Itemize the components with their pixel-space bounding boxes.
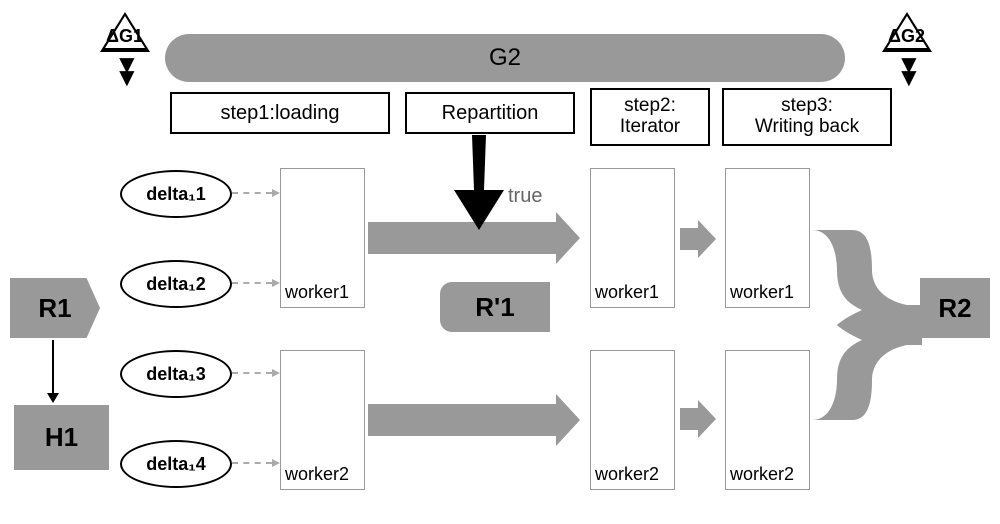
r1-to-h1-arrow	[52, 340, 54, 395]
arrow-d2	[232, 282, 272, 284]
true-label: true	[508, 185, 542, 208]
load-worker2: worker2	[280, 350, 365, 490]
repartition-down-arrow	[454, 135, 504, 235]
label-dg2: ΔG2	[888, 26, 925, 47]
arrow-d1	[232, 192, 272, 194]
label-dg1: ΔG1	[106, 26, 143, 47]
arrow-dg1: ▼▼	[114, 58, 140, 84]
delta4: delta₁4	[120, 440, 232, 488]
repartition-box: Repartition	[405, 92, 575, 134]
iter-worker1: worker1	[590, 168, 675, 308]
arrow-d4	[232, 462, 272, 464]
delta2: delta₁2	[120, 260, 232, 308]
h1-box: H1	[14, 405, 109, 470]
g2-label: G2	[489, 44, 521, 72]
small-arrow-bot	[680, 408, 700, 430]
small-arrow-top	[680, 228, 700, 250]
step1-label: step1:loading	[221, 102, 340, 125]
load-worker1: worker1	[280, 168, 365, 308]
converge-to-r2	[812, 230, 922, 420]
step2-box: step2: Iterator	[590, 88, 710, 146]
g2-bar: G2	[165, 34, 845, 82]
step3-box: step3: Writing back	[722, 88, 892, 146]
thick-arrow-bot	[368, 404, 558, 436]
wb-worker2: worker2	[725, 350, 810, 490]
wb-worker1: worker1	[725, 168, 810, 308]
r2-tag: R2	[920, 278, 990, 338]
step3-label: step3: Writing back	[755, 96, 859, 138]
delta3: delta₁3	[120, 350, 232, 398]
pipeline-diagram: ΔG1 ▼▼ ΔG2 ▼▼ G2 step1:loading Repartiti…	[10, 10, 990, 514]
rprime1: R'1	[440, 282, 550, 332]
step1-box: step1:loading	[170, 92, 390, 134]
delta1: delta₁1	[120, 170, 232, 218]
arrow-d3	[232, 372, 272, 374]
repartition-label: Repartition	[442, 102, 539, 125]
arrow-dg2: ▼▼	[896, 58, 922, 84]
iter-worker2: worker2	[590, 350, 675, 490]
r1-tag: R1	[10, 278, 100, 338]
step2-label: step2: Iterator	[620, 96, 680, 138]
